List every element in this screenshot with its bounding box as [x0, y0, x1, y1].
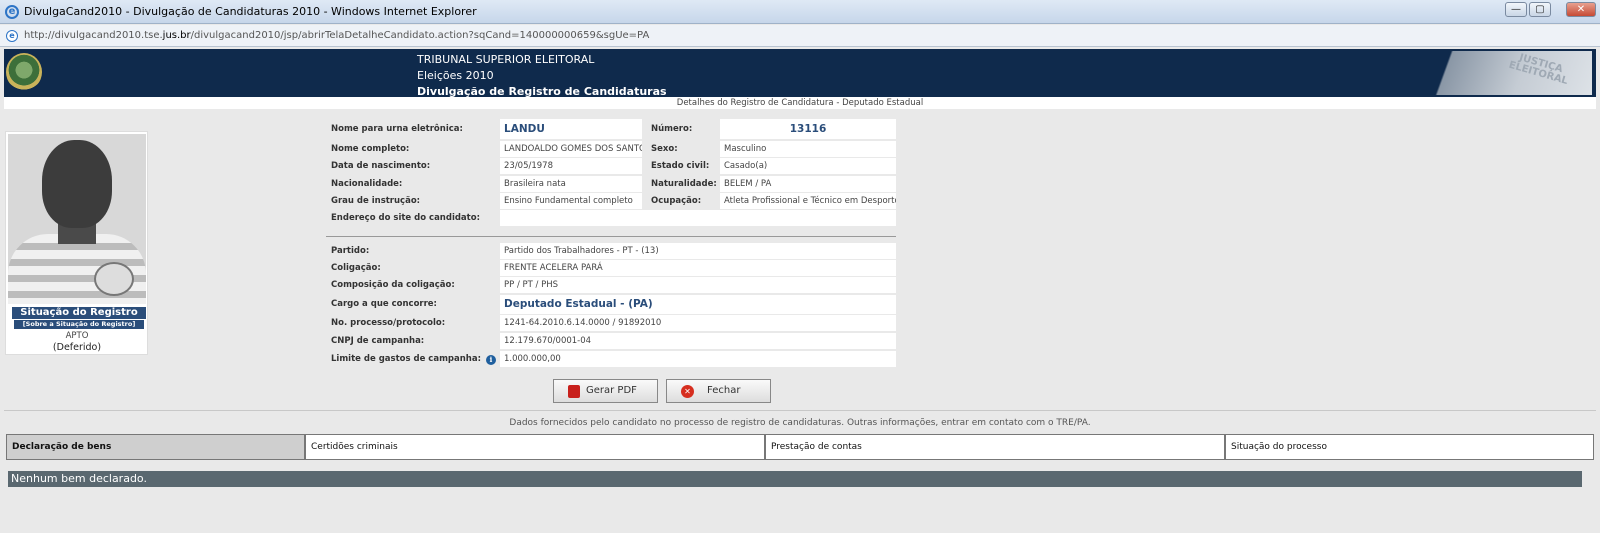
ie-logo-icon: e: [5, 5, 19, 19]
justica-eleitoral-logo: JUSTIÇA ELEITORAL: [1412, 51, 1592, 95]
label-nome-completo: Nome completo:: [331, 144, 410, 154]
section-divider: [4, 410, 1596, 411]
value-naturalidade: BELEM / PA: [720, 176, 896, 192]
label-sexo: Sexo:: [651, 144, 678, 154]
label-composicao: Composição da coligação:: [331, 280, 455, 290]
value-cnpj: 12.179.670/0001-04: [500, 333, 896, 349]
close-circle-icon: ✕: [681, 385, 694, 398]
label-site: Endereço do site do candidato:: [331, 213, 480, 223]
value-processo: 1241-64.2010.6.14.0000 / 91892010: [500, 315, 896, 331]
label-limite: Limite de gastos de campanha:: [331, 354, 481, 364]
value-limite: 1.000.000,00: [500, 351, 896, 367]
tab-bar: Declaração de bens Certidões criminais P…: [6, 434, 1594, 460]
value-composicao: PP / PT / PHS: [500, 277, 896, 293]
situacao-status: APTO: [65, 331, 89, 341]
details-divider: [326, 236, 896, 237]
label-nacionalidade: Nacionalidade:: [331, 179, 403, 189]
info-note: Dados fornecidos pelo candidato no proce…: [509, 418, 1091, 428]
candidate-photo: [8, 134, 146, 304]
label-processo: No. processo/protocolo:: [331, 318, 446, 328]
gerar-pdf-label: Gerar PDF: [586, 385, 637, 396]
label-cargo: Cargo a que concorre:: [331, 299, 437, 309]
fechar-label: Fechar: [707, 385, 741, 396]
row-limite: Limite de gastos de campanha: i 1.000.00…: [326, 351, 897, 368]
value-partido: Partido dos Trabalhadores - PT - (13): [500, 243, 896, 259]
value-nascimento: 23/05/1978: [500, 158, 642, 174]
value-sexo: Masculino: [720, 141, 896, 157]
situacao-detail: (Deferido): [52, 342, 102, 353]
value-ocupacao: Atleta Profissional e Técnico em Desport…: [720, 193, 896, 209]
value-coligacao: FRENTE ACELERA PARÁ: [500, 260, 896, 276]
label-estado-civil: Estado civil:: [651, 161, 710, 171]
label-numero: Número:: [651, 124, 693, 134]
value-nacionalidade: Brasileira nata: [500, 176, 642, 192]
label-coligacao: Coligação:: [331, 263, 381, 273]
fechar-button[interactable]: ✕ Fechar: [666, 379, 771, 403]
label-partido: Partido:: [331, 246, 370, 256]
site-header: TRIBUNAL SUPERIOR ELEITORAL Eleições 201…: [4, 49, 1596, 98]
label-nome-urna: Nome para urna eletrônica:: [331, 124, 463, 134]
window-title-bar: e DivulgaCand2010 - Divulgação de Candid…: [0, 0, 1600, 24]
label-naturalidade: Naturalidade:: [651, 179, 717, 189]
value-instrucao: Ensino Fundamental completo: [500, 193, 642, 209]
gerar-pdf-button[interactable]: Gerar PDF: [553, 379, 658, 403]
brasao-icon: [6, 53, 42, 91]
pdf-icon: [568, 385, 580, 398]
address-bar[interactable]: e http://divulgacand2010.tse.jus.br/divu…: [0, 25, 1600, 47]
tab-declaracao-bens[interactable]: Declaração de bens: [6, 434, 305, 460]
value-numero: 13116: [720, 119, 896, 139]
tab-certidoes-criminais[interactable]: Certidões criminais: [305, 434, 765, 460]
maximize-icon[interactable]: ▢: [1529, 2, 1551, 17]
window-title: DivulgaCand2010 - Divulgação de Candidat…: [24, 5, 477, 18]
value-estado-civil: Casado(a): [720, 158, 896, 174]
page-subtitle: Detalhes do Registro de Candidatura - De…: [4, 97, 1596, 109]
header-text: TRIBUNAL SUPERIOR ELEITORAL Eleições 201…: [417, 53, 667, 98]
tab-prestacao-contas[interactable]: Prestação de contas: [765, 434, 1225, 460]
value-nome-completo: LANDOALDO GOMES DOS SANTOS: [500, 141, 642, 157]
label-cnpj: CNPJ de campanha:: [331, 336, 425, 346]
candidate-photo-panel: Situação do Registro [Sobre a Situação d…: [5, 131, 148, 355]
close-icon[interactable]: ✕: [1566, 2, 1596, 17]
page-icon: e: [6, 30, 18, 42]
value-nome-urna: LANDU: [500, 119, 642, 139]
bens-message: Nenhum bem declarado.: [8, 471, 1582, 487]
url-text[interactable]: http://divulgacand2010.tse.jus.br/divulg…: [24, 30, 649, 41]
situacao-info-link[interactable]: [Sobre a Situação do Registro]: [14, 320, 144, 329]
minimize-icon[interactable]: —: [1505, 2, 1527, 17]
tab-situacao-processo[interactable]: Situação do processo: [1225, 434, 1594, 460]
header-org: TRIBUNAL SUPERIOR ELEITORAL: [417, 53, 595, 66]
situacao-title: Situação do Registro: [12, 307, 146, 319]
label-ocupacao: Ocupação:: [651, 196, 702, 206]
label-instrucao: Grau de instrução:: [331, 196, 421, 206]
header-election: Eleições 2010: [417, 69, 494, 82]
value-site[interactable]: [500, 210, 896, 226]
info-icon[interactable]: i: [486, 355, 496, 365]
label-nascimento: Data de nascimento:: [331, 161, 431, 171]
value-cargo: Deputado Estadual - (PA): [500, 295, 896, 314]
